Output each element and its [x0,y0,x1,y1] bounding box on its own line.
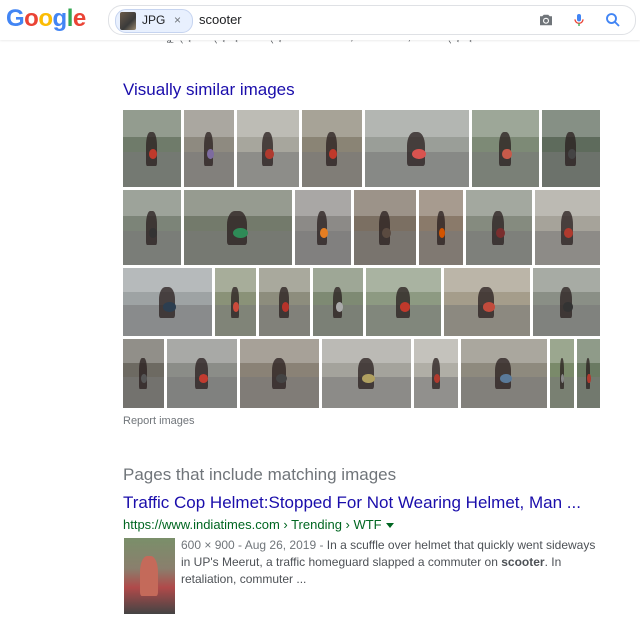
similar-image-thumbnail[interactable] [577,339,600,408]
search-box[interactable]: JPG × scooter [108,5,636,35]
result-url-text: https://www.indiatimes.com › Trending › … [123,517,382,532]
camera-icon[interactable] [537,11,555,29]
visually-similar-title[interactable]: Visually similar images [123,80,295,100]
similar-image-thumbnail[interactable] [461,339,547,408]
similar-image-thumbnail[interactable] [215,268,256,336]
similar-image-thumbnail[interactable] [550,339,574,408]
similar-image-thumbnail[interactable] [240,339,319,408]
tile-accent [320,227,329,238]
similar-image-thumbnail[interactable] [419,190,463,265]
top-bar: Google JPG × scooter [0,0,640,40]
similar-image-thumbnail[interactable] [466,190,532,265]
similar-image-thumbnail[interactable] [542,110,600,187]
tile-accent [232,227,248,238]
image-chip[interactable]: JPG × [115,9,193,33]
tile-accent [495,227,505,238]
result-meta: 600 × 900 - Aug 26, 2019 - [181,538,327,552]
tile-accent [275,373,287,384]
tile-accent [502,148,512,160]
result-title-link[interactable]: Traffic Cop Helmet:Stopped For Not Weari… [123,493,581,513]
similar-image-thumbnail[interactable] [322,339,411,408]
similar-image-thumbnail[interactable] [365,110,469,187]
chevron-down-icon[interactable] [385,523,394,529]
tile-accent [381,227,391,238]
tile-accent [206,148,214,160]
similar-image-thumbnail[interactable] [535,190,600,265]
similar-image-thumbnail[interactable] [302,110,362,187]
similar-image-thumbnail[interactable] [123,190,181,265]
tile-accent [264,148,274,160]
tile-accent [335,302,343,312]
person-figure [140,556,158,596]
result-snippet-bold: scooter [501,555,545,569]
similar-image-thumbnail[interactable] [313,268,363,336]
tile-accent [563,302,573,312]
close-icon[interactable]: × [174,13,181,27]
tile-accent [362,373,375,384]
tile-accent [233,302,240,312]
similar-image-thumbnail[interactable] [414,339,458,408]
search-icon[interactable] [604,11,622,29]
tile-accent [482,302,495,312]
tile-accent [438,227,445,238]
similar-images-grid [123,110,600,408]
similar-image-thumbnail[interactable] [366,268,441,336]
tile-accent [399,302,411,312]
result-snippet: 600 × 900 - Aug 26, 2019 - In a scuffle … [181,537,601,588]
similar-image-thumbnail[interactable] [472,110,539,187]
result-url[interactable]: https://www.indiatimes.com › Trending › … [123,517,394,532]
similar-image-thumbnail[interactable] [237,110,299,187]
similar-image-thumbnail[interactable] [167,339,237,408]
tile-accent [163,302,176,312]
similar-image-thumbnail[interactable] [123,110,181,187]
similar-image-thumbnail[interactable] [184,190,292,265]
tile-accent [281,302,290,312]
google-logo[interactable]: Google [6,5,86,33]
similar-image-thumbnail[interactable] [354,190,416,265]
pages-matching-title: Pages that include matching images [123,465,397,484]
similar-image-thumbnail[interactable] [123,339,164,408]
tile-accent [433,373,440,384]
similar-image-thumbnail[interactable] [184,110,234,187]
image-chip-thumbnail [120,12,136,30]
similar-image-thumbnail[interactable] [123,268,212,336]
similar-image-thumbnail[interactable] [444,268,530,336]
report-images-link[interactable]: Report images [123,415,195,427]
similar-image-thumbnail[interactable] [259,268,310,336]
microphone-icon[interactable] [571,11,587,29]
result-thumbnail[interactable] [124,538,175,614]
similar-image-thumbnail[interactable] [533,268,600,336]
similar-image-thumbnail[interactable] [295,190,351,265]
tile-accent [499,373,512,384]
search-input[interactable]: scooter [199,12,242,27]
tile-accent [587,373,591,384]
image-chip-label: JPG [142,13,166,27]
